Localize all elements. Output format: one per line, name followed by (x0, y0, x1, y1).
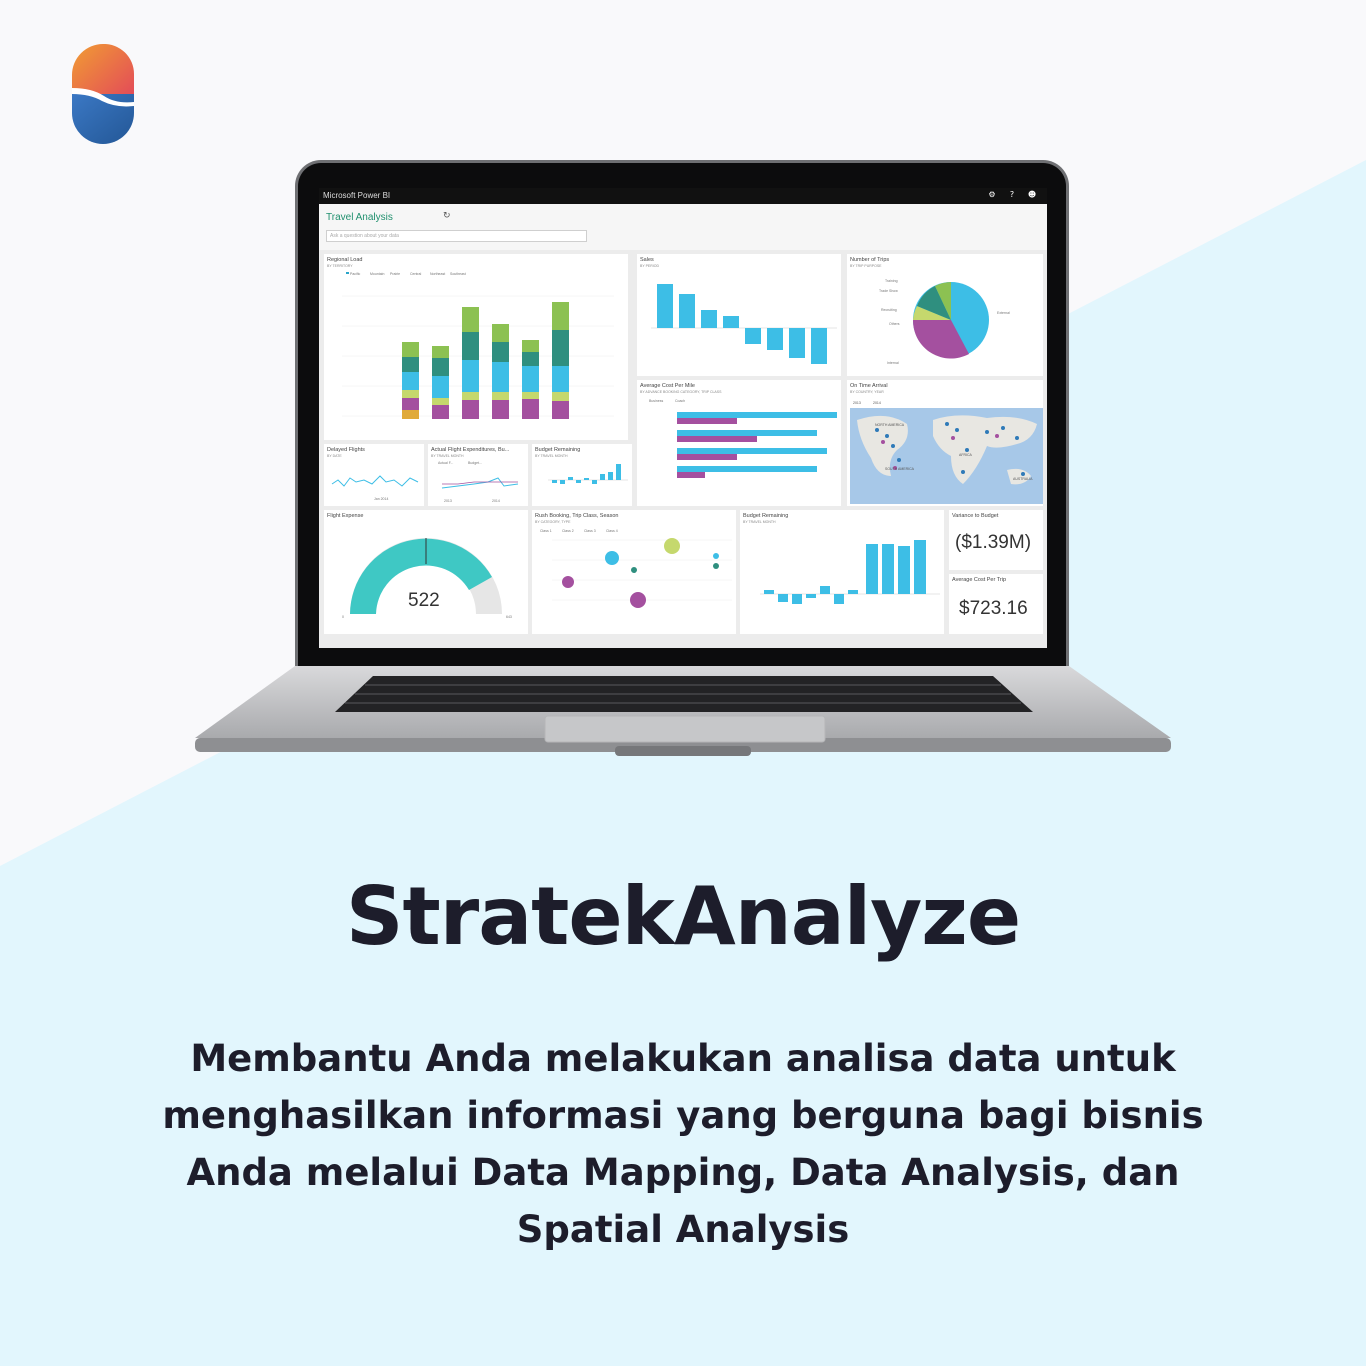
tile-subtitle: BY TRAVEL MONTH (431, 454, 464, 458)
svg-text:Coach: Coach (675, 399, 685, 403)
tile-number-of-trips[interactable]: Training Trade Show Recruiting Others In… (847, 254, 1043, 376)
smiley-icon[interactable]: ☻ (1025, 190, 1039, 202)
svg-text:AUSTRALIA: AUSTRALIA (1013, 477, 1033, 481)
laptop-base (195, 666, 1171, 756)
svg-text:Recruiting: Recruiting (881, 308, 897, 312)
svg-text:Business: Business (649, 399, 663, 403)
gauge-value: 522 (408, 590, 440, 611)
tile-title: Sales (640, 257, 654, 263)
svg-text:Actual F...: Actual F... (438, 461, 453, 465)
tile-subtitle: BY DATE (327, 454, 342, 458)
tile-actual-flight-expenditures[interactable]: Actual F... Budget... 2013 2014 Actual F… (428, 444, 528, 506)
svg-text:External: External (997, 311, 1010, 315)
svg-text:NORTH AMERICA: NORTH AMERICA (875, 423, 905, 427)
svg-text:Internal: Internal (887, 361, 899, 365)
svg-text:2014: 2014 (873, 401, 881, 405)
svg-text:2014: 2014 (492, 499, 500, 503)
tile-delayed-flights[interactable]: Jan 2014 Delayed Flights BY DATE (324, 444, 424, 506)
tile-subtitle: BY TRAVEL MONTH (743, 520, 776, 524)
tile-title: Rush Booking, Trip Class, Season (535, 513, 619, 519)
svg-text:Pacific: Pacific (350, 272, 361, 276)
svg-text:Southeast: Southeast (450, 272, 466, 276)
tile-title: Budget Remaining (743, 513, 789, 519)
tile-rush-booking-scatter[interactable]: Class 1 Class 2 Class 3 Class 4 Rush Boo… (532, 510, 736, 634)
dashboard-screen: Microsoft Power BI ⚙ ? ☻ Travel Analysis… (319, 188, 1047, 648)
tile-title: Number of Trips (850, 257, 890, 263)
tile-regional-load[interactable]: Pacific Mountain Prairie Central Northea… (324, 254, 628, 440)
svg-text:Central: Central (410, 272, 422, 276)
tile-title: Flight Expense (327, 513, 364, 519)
tile-title: Average Cost Per Mile (640, 383, 695, 389)
tile-title: Average Cost Per Trip (952, 577, 1007, 583)
product-headline: StratekAnalyze (345, 870, 1021, 963)
tile-variance-to-budget[interactable]: Variance to Budget ($1.39M) (949, 510, 1043, 570)
laptop: Microsoft Power BI ⚙ ? ☻ Travel Analysis… (195, 160, 1171, 780)
svg-text:Class 1: Class 1 (540, 529, 552, 533)
app-name: Microsoft Power BI (323, 191, 391, 200)
gear-icon[interactable]: ⚙ (985, 190, 999, 202)
tile-average-cost-per-mile[interactable]: Business Coach Average Cost Per Mile BY … (637, 380, 841, 506)
tile-subtitle: BY ADVANCE BOOKING CATEGORY, TRIP CLASS (640, 390, 722, 394)
svg-text:Mountain: Mountain (370, 272, 384, 276)
product-description: Membantu Anda melakukan analisa data unt… (162, 1037, 1204, 1251)
tile-title: Regional Load (327, 257, 363, 263)
tile-subtitle: BY COUNTRY, YEAR (850, 390, 884, 394)
svg-text:AFRICA: AFRICA (959, 453, 973, 457)
tile-title: Variance to Budget (952, 513, 999, 519)
svg-text:Prairie: Prairie (390, 272, 400, 276)
svg-text:2013: 2013 (444, 499, 452, 503)
tile-sales[interactable]: Sales BY PERIOD (637, 254, 841, 376)
tile-subtitle: BY TRAVEL MONTH (535, 454, 568, 458)
tile-average-cost-per-trip[interactable]: Average Cost Per Trip $723.16 (949, 574, 1043, 634)
qa-input[interactable]: Ask a question about your data (326, 230, 587, 242)
report-title: Travel Analysis (326, 212, 393, 223)
svg-text:Northeast: Northeast (430, 272, 445, 276)
tile-subtitle: BY TERRITORY (327, 264, 353, 268)
svg-text:SOUTH AMERICA: SOUTH AMERICA (885, 467, 915, 471)
tile-subtitle: BY PERIOD (640, 264, 659, 268)
tile-budget-remaining-small[interactable]: Budget Remaining BY TRAVEL MONTH (532, 444, 632, 506)
tile-title: Delayed Flights (327, 447, 365, 453)
tile-title: Budget Remaining (535, 447, 581, 453)
svg-text:Trade Show: Trade Show (879, 289, 898, 293)
tile-subtitle: BY TRIP PURPOSE (850, 264, 882, 268)
refresh-icon[interactable]: ↻ (443, 211, 451, 221)
svg-text:Jan 2014: Jan 2014 (374, 497, 388, 501)
svg-text:Class 2: Class 2 (562, 529, 574, 533)
tile-title: Actual Flight Expenditures, Bu... (431, 447, 510, 453)
tile-title: On Time Arrival (850, 383, 888, 389)
svg-text:Budget...: Budget... (468, 461, 482, 465)
svg-text:Class 4: Class 4 (606, 529, 618, 533)
help-icon[interactable]: ? (1005, 190, 1019, 202)
variance-value: ($1.39M) (955, 532, 1032, 553)
tile-flight-expense-gauge[interactable]: 0 643 Flight Expense 522 (324, 510, 528, 634)
tile-on-time-arrival-map[interactable]: NORTH AMERICA AFRICA SOUTH AMERICA AUSTR… (847, 380, 1043, 506)
svg-text:2013: 2013 (853, 401, 861, 405)
pbi-header: Travel Analysis ↻ Ask a question about y… (319, 204, 1047, 250)
stratek-logo-icon (72, 44, 134, 144)
svg-text:0: 0 (342, 615, 344, 619)
svg-text:Training: Training (885, 279, 898, 283)
avg-trip-value: $723.16 (959, 598, 1028, 619)
svg-text:643: 643 (506, 615, 512, 619)
svg-text:Others: Others (889, 322, 900, 326)
pbi-topbar: Microsoft Power BI ⚙ ? ☻ (319, 188, 1047, 204)
svg-text:Class 3: Class 3 (584, 529, 596, 533)
tile-budget-remaining-large[interactable]: Budget Remaining BY TRAVEL MONTH (740, 510, 944, 634)
tile-subtitle: BY CATEGORY, TYPE (535, 520, 571, 524)
